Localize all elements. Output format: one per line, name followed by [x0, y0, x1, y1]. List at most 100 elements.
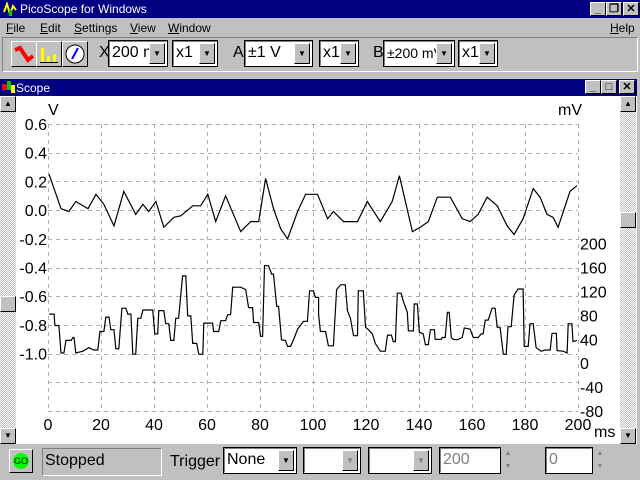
menu-file[interactable]: File	[6, 21, 25, 35]
trigger-direction-select: ▼	[368, 447, 432, 474]
menu-edit[interactable]: Edit	[40, 21, 61, 35]
x-multiplier-value: x1	[176, 44, 193, 61]
right-tick-label: 120	[580, 284, 607, 301]
scrollbar-thumb[interactable]	[0, 296, 16, 312]
scope-close-button[interactable]: ✕	[619, 80, 635, 94]
channel-a-range-value: ±1 V	[248, 44, 281, 61]
left-tick-label: -1.0	[19, 347, 47, 364]
chevron-down-icon[interactable]: ▼	[436, 43, 452, 64]
scroll-down-icon[interactable]: ▼	[620, 428, 636, 444]
right-tick-label: 40	[580, 332, 598, 349]
right-tick-label: 0	[580, 356, 589, 373]
scope-window-titlebar: Scope _ □ ✕	[0, 79, 637, 96]
scrollbar-thumb[interactable]	[620, 212, 636, 228]
scope-maximize-button[interactable]: □	[601, 80, 617, 94]
menu-help[interactable]: Help	[610, 21, 635, 35]
scope-plot: V mV ms 0 20 40 60 80 100 120 140 160 180 200 0.6 0.…	[19, 102, 615, 441]
acquisition-status: Stopped	[42, 448, 162, 476]
meter-dial-icon	[65, 44, 85, 64]
b-label: B	[373, 44, 384, 61]
x-axis-unit: ms	[594, 424, 615, 441]
app-title: PicoScope for Windows	[20, 2, 147, 16]
right-tick-label: 80	[580, 308, 598, 325]
left-tick-label: -0.2	[19, 232, 47, 249]
chevron-down-icon[interactable]: ▼	[199, 43, 215, 64]
left-tick-label: 0.4	[25, 146, 47, 163]
toolbar: X 200 ms ▼ x1 ▼ A ±1 V ▼ x1 ▼ B ±200 mV ▼ x1 ▼	[2, 37, 638, 72]
x-tick-label: 140	[406, 417, 433, 434]
x-multiplier-select[interactable]: x1 ▼	[172, 40, 218, 67]
chevron-down-icon[interactable]: ▼	[149, 43, 165, 64]
meter-view-button[interactable]	[62, 41, 88, 67]
x-tick-label: 160	[459, 417, 486, 434]
trigger-threshold-value: 200	[443, 451, 470, 468]
x-tick-label: 80	[251, 417, 269, 434]
menu-window[interactable]: Window	[168, 21, 211, 35]
x-tick-label: 180	[512, 417, 539, 434]
spin-down-icon: ▼	[596, 463, 604, 470]
trigger-mode-value: None	[227, 451, 266, 468]
channel-a-multiplier-select[interactable]: x1 ▼	[319, 40, 359, 67]
status-bar: GO Stopped Trigger None ▼ ▼ ▼ 200 ▲ ▼ 0 ▲…	[0, 444, 640, 480]
trigger-mode-select[interactable]: None ▼	[223, 447, 297, 474]
channel-a-offset-scrollbar[interactable]: ▲ ▼	[0, 96, 16, 444]
spin-up-icon: ▲	[504, 450, 512, 457]
scroll-down-icon[interactable]: ▼	[0, 428, 16, 444]
scope-view-button[interactable]	[11, 41, 37, 67]
go-button[interactable]: GO	[9, 449, 33, 473]
x-tick-label: 120	[353, 417, 380, 434]
right-tick-label: 160	[580, 261, 607, 278]
chevron-down-icon[interactable]: ▼	[479, 43, 495, 64]
timebase-select[interactable]: 200 ms ▼	[108, 40, 168, 67]
channel-b-range-value: ±200 mV	[387, 45, 443, 61]
a-label: A	[233, 44, 244, 61]
scroll-up-icon[interactable]: ▲	[0, 96, 16, 112]
chevron-down-icon: ▼	[342, 450, 358, 471]
trigger-delay-input: 0	[545, 447, 593, 474]
spectrum-bars-icon	[40, 48, 58, 63]
right-tick-label: -80	[580, 404, 603, 421]
chevron-down-icon[interactable]: ▼	[294, 43, 310, 64]
spin-up-icon: ▲	[596, 450, 604, 457]
go-label: GO	[13, 453, 29, 469]
right-axis-unit: mV	[558, 102, 582, 119]
trigger-delay-value: 0	[549, 451, 558, 468]
x-tick-label: 100	[300, 417, 327, 434]
chevron-down-icon[interactable]: ▼	[278, 450, 294, 471]
right-tick-label: -40	[580, 380, 603, 397]
left-tick-label: -0.4	[19, 261, 47, 278]
menu-view[interactable]: View	[130, 21, 156, 35]
x-tick-label: 40	[145, 417, 163, 434]
channel-b-multiplier-select[interactable]: x1 ▼	[458, 40, 498, 67]
channel-b-range-select[interactable]: ±200 mV ▼	[383, 40, 455, 67]
right-tick-label: 200	[580, 237, 607, 254]
trigger-label: Trigger	[170, 453, 221, 470]
menu-settings[interactable]: Settings	[74, 21, 117, 35]
scroll-up-icon[interactable]: ▲	[620, 96, 636, 112]
picoscope-logo-icon	[3, 2, 17, 16]
channel-b-multiplier-value: x1	[462, 44, 479, 61]
x-tick-label: 0	[44, 417, 53, 434]
channel-a-multiplier-value: x1	[323, 44, 340, 61]
spectrum-view-button[interactable]	[36, 41, 62, 67]
chevron-down-icon[interactable]: ▼	[340, 43, 356, 64]
scope-wave-icon	[14, 45, 35, 63]
grid	[48, 124, 579, 412]
scope-minimize-button[interactable]: _	[585, 80, 601, 94]
restore-button[interactable]: ❐	[606, 2, 622, 16]
channel-b-offset-scrollbar[interactable]: ▲ ▼	[620, 96, 636, 444]
trigger-threshold-input: 200	[439, 447, 501, 474]
trigger-source-select: ▼	[303, 447, 361, 474]
left-tick-label: -0.8	[19, 318, 47, 335]
app-titlebar: PicoScope for Windows _ ❐ ✕	[0, 0, 640, 18]
scope-window-icon	[2, 81, 15, 93]
left-tick-label: 0.2	[25, 174, 47, 191]
left-axis-unit: V	[48, 102, 59, 119]
minimize-button[interactable]: _	[590, 2, 606, 16]
channel-a-range-select[interactable]: ±1 V ▼	[244, 40, 313, 67]
scope-client-area: ▲ ▼ ▲ ▼ V mV ms 0 20 40 60 80 100 120 140 160 180…	[0, 96, 637, 444]
left-tick-label: 0.0	[25, 203, 47, 220]
x-tick-label: 60	[198, 417, 216, 434]
close-button[interactable]: ✕	[623, 2, 639, 16]
scope-window-title: Scope	[16, 81, 51, 95]
